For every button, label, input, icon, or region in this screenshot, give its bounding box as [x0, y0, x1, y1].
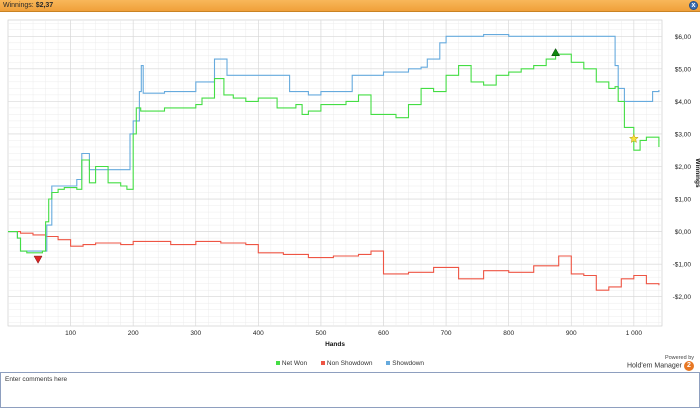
y-tick-label: $6,00 [675, 34, 692, 41]
legend-label-non-showdown: Non Showdown [326, 360, 373, 367]
legend-swatch-net-won [275, 361, 280, 366]
winnings-label: Winnings: [3, 2, 34, 9]
window-titlebar: Winnings: $2,37 x [0, 0, 700, 12]
close-button[interactable]: x [689, 1, 698, 10]
y-tick-label: $3,00 [675, 131, 692, 138]
winnings-chart: 100 200 300 400 500 600 700 800 900 1 000 -$2,00 -$… [7, 19, 700, 348]
branding: Powered by Hold'em Manager 2 [627, 355, 694, 371]
window-title: Winnings: $2,37 [3, 0, 53, 12]
x-tick-label: 500 [315, 330, 326, 337]
x-tick-label: 200 [128, 330, 139, 337]
y-tick-label: -$1,00 [673, 262, 692, 269]
product-name: Hold'em Manager [626, 362, 682, 370]
legend-label-showdown: Showdown [392, 360, 425, 367]
legend-swatch-non-showdown [320, 361, 325, 366]
x-tick-label: 100 [65, 330, 76, 337]
legend-label-net-won: Net Won [281, 360, 308, 367]
chart-legend: Net Won Non Showdown Showdown [0, 360, 700, 367]
x-tick-label: 900 [566, 330, 577, 337]
y-tick-label: -$2,00 [673, 294, 692, 301]
y-axis-title: Winnings [694, 158, 700, 188]
y-tick-label: $4,00 [675, 99, 692, 106]
x-axis-title: Hands [325, 341, 345, 348]
x-tick-label: 600 [378, 330, 389, 337]
winnings-value: $2,37 [35, 2, 54, 9]
x-tick-label: 400 [253, 330, 264, 337]
y-tick-label: $1,00 [675, 197, 692, 204]
y-tick-label: $2,00 [675, 164, 692, 171]
legend-item-non-showdown[interactable]: Non Showdown [320, 360, 373, 367]
x-tick-label: 300 [190, 330, 201, 337]
legend-swatch-showdown [386, 361, 391, 366]
holdem-manager-logo-icon: 2 [684, 361, 694, 371]
y-tick-label: $0,00 [675, 229, 692, 236]
x-tick-label: 700 [441, 330, 452, 337]
x-tick-label: 800 [503, 330, 514, 337]
comments-textarea[interactable]: Enter comments here [0, 372, 700, 408]
y-tick-label: $5,00 [675, 66, 692, 73]
x-tick-label: 1 000 [626, 330, 643, 337]
legend-item-net-won[interactable]: Net Won [275, 360, 308, 367]
legend-item-showdown[interactable]: Showdown [386, 360, 424, 367]
